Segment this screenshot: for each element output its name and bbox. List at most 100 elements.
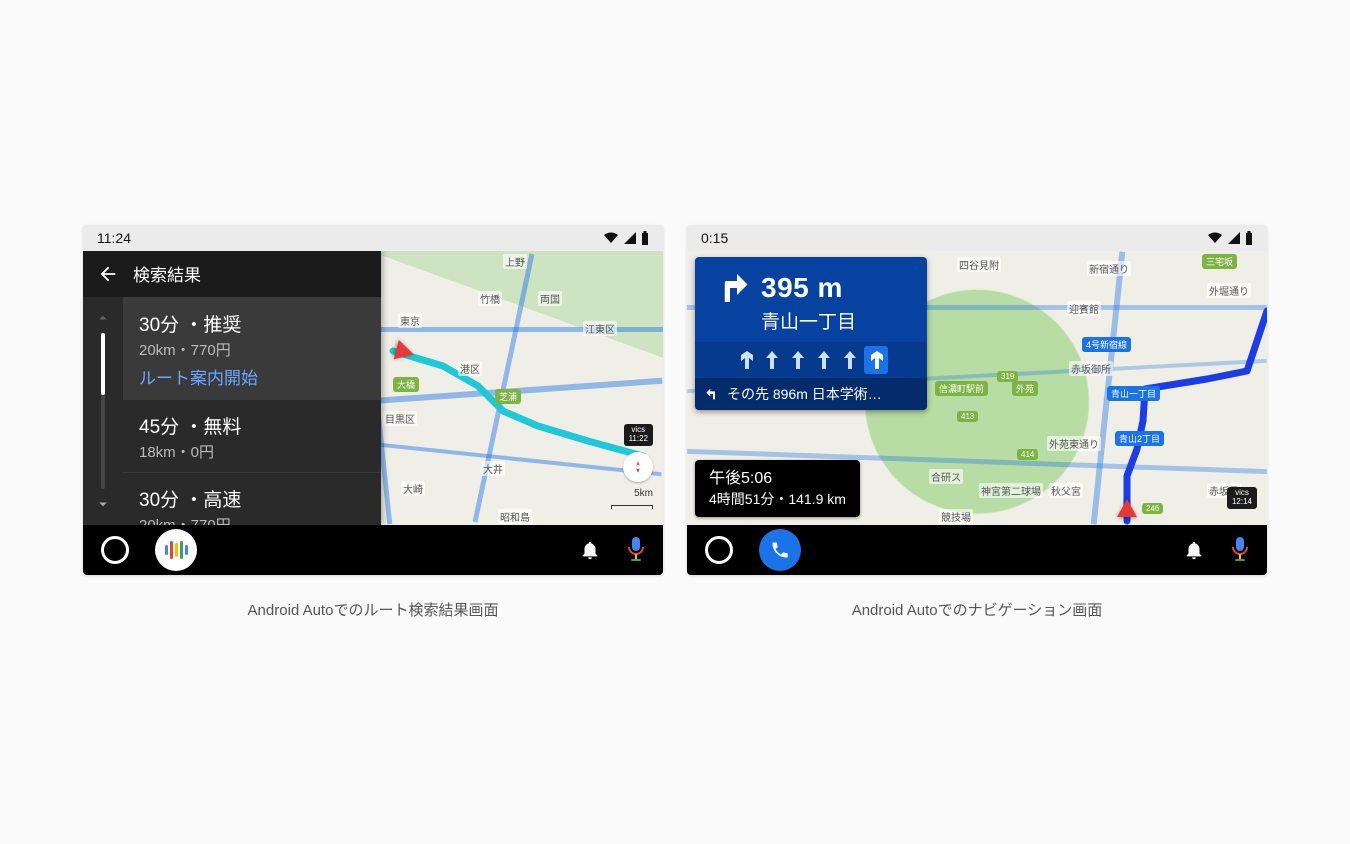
map-poi: 319	[997, 371, 1018, 382]
results-header: 検索結果	[83, 251, 381, 297]
eta-arrival-time: 午後5:06	[709, 468, 846, 490]
signal-icon	[1228, 232, 1240, 244]
map-poi: 大崎	[401, 481, 425, 496]
phone-app-icon[interactable]	[759, 529, 801, 571]
wifi-icon	[1207, 232, 1223, 244]
eta-duration-distance: 4時間51分・141.9 km	[709, 490, 846, 509]
lane-guidance	[695, 342, 927, 378]
next-turn-text: その先 896m 日本学術…	[727, 384, 882, 404]
map-poi: 三宅坂	[1202, 254, 1237, 269]
android-auto-navbar	[83, 525, 663, 575]
map-overlay-bottom-right: vics12:14	[1227, 487, 1257, 509]
eta-card[interactable]: 午後5:06 4時間51分・141.9 km	[695, 460, 860, 516]
scroll-indicator	[101, 333, 105, 489]
scale-label: 5km	[634, 488, 653, 499]
assistant-app-icon[interactable]	[155, 529, 197, 571]
map-poi: 413	[957, 411, 978, 422]
map-poi: 外苑東通り	[1047, 436, 1101, 451]
route-search-card: 11:24	[83, 225, 663, 620]
map-poi: 外苑	[1012, 381, 1038, 396]
battery-icon	[641, 231, 649, 245]
map-poi: 秋父宮	[1049, 483, 1083, 498]
map-poi: 青山2丁目	[1115, 431, 1164, 446]
map-poi: 港区	[458, 361, 482, 376]
map-poi: 新宿通り	[1087, 261, 1131, 276]
map-poi: 目黒区	[383, 411, 417, 426]
back-arrow-icon[interactable]	[97, 263, 119, 285]
scroll-up-icon[interactable]	[94, 309, 112, 327]
navigation-screen: 0:15 四谷見附 新宿通り	[687, 225, 1267, 575]
map-poi: 外堀通り	[1207, 283, 1251, 298]
lane-icon	[838, 346, 862, 374]
notification-bell-icon[interactable]	[579, 539, 601, 561]
current-position-icon	[394, 340, 417, 364]
map-poi: 竹橋	[478, 291, 502, 306]
vics-badge: vics11:22	[624, 424, 653, 446]
results-title: 検索結果	[133, 261, 201, 286]
map-poi: 大井	[481, 461, 505, 476]
map-poi: 246	[1142, 503, 1163, 514]
status-indicators	[1207, 231, 1253, 245]
route-option[interactable]: 30分 ・推奨 20km・770円 ルート案内開始	[123, 297, 381, 399]
map-poi: 赤坂御所	[1069, 361, 1113, 376]
map-overlay-bottom-right: vics11:22 5km	[611, 424, 653, 509]
route-subtitle: 20km・770円	[139, 514, 365, 525]
map-poi: 青山一丁目	[1107, 386, 1160, 401]
map-poi: 上野	[503, 254, 527, 269]
lane-icon	[760, 346, 784, 374]
microphone-icon[interactable]	[1231, 537, 1249, 563]
map-poi: 大橋	[393, 377, 419, 392]
map-poi: 競技場	[939, 509, 973, 524]
turn-destination: 青山一丁目	[695, 307, 927, 342]
results-list: 30分 ・推奨 20km・770円 ルート案内開始 45分 ・無料 18km・0…	[83, 297, 381, 525]
scale-bar	[611, 505, 653, 509]
map-poi: 4号新宿線	[1082, 337, 1131, 352]
lane-icon	[734, 346, 758, 374]
status-bar: 11:24	[83, 225, 663, 251]
status-time: 11:24	[97, 230, 131, 246]
route-search-screen: 11:24	[83, 225, 663, 575]
map-poi: 信濃町駅前	[935, 381, 988, 396]
next-turn-icon	[705, 386, 721, 402]
route-title: 30分 ・推奨	[139, 310, 365, 337]
notification-bell-icon[interactable]	[1183, 539, 1205, 561]
route-title: 30分 ・高速	[139, 485, 365, 512]
map-poi: 迎賓館	[1067, 301, 1101, 316]
vics-badge: vics12:14	[1227, 487, 1257, 509]
lane-icon	[786, 346, 810, 374]
map-poi: 昭和島	[498, 509, 532, 524]
screenshot-caption: Android Autoでのルート検索結果画面	[248, 599, 499, 620]
turn-direction-card: 395 m 青山一丁目 その先 896m 日本学術…	[695, 257, 927, 410]
home-button[interactable]	[705, 536, 733, 564]
start-guidance-link[interactable]: ルート案内開始	[139, 364, 365, 389]
battery-icon	[1245, 231, 1253, 245]
current-position-icon	[1117, 499, 1137, 517]
route-option[interactable]: 30分 ・高速 20km・770円	[123, 472, 381, 525]
map-poi: 東京	[398, 313, 422, 328]
route-title: 45分 ・無料	[139, 412, 365, 439]
microphone-icon[interactable]	[627, 537, 645, 563]
status-bar: 0:15	[687, 225, 1267, 251]
android-auto-navbar	[687, 525, 1267, 575]
map-poi: 江東区	[583, 321, 617, 336]
scroll-down-icon[interactable]	[94, 495, 112, 513]
map-poi: 神宮第二球場	[979, 483, 1043, 498]
status-time: 0:15	[701, 230, 728, 246]
route-subtitle: 20km・770円	[139, 339, 365, 360]
lane-icon-active	[864, 346, 888, 374]
signal-icon	[624, 232, 636, 244]
screenshot-caption: Android Autoでのナビゲーション画面	[852, 599, 1103, 620]
map-poi: 両国	[538, 291, 562, 306]
compass-button[interactable]	[623, 452, 653, 482]
route-option[interactable]: 45分 ・無料 18km・0円	[123, 399, 381, 472]
map-poi: 合研ス	[929, 469, 963, 484]
home-button[interactable]	[101, 536, 129, 564]
map-poi: 四谷見附	[957, 257, 1001, 272]
scroll-column	[83, 297, 123, 525]
map-poi: 芝浦	[495, 389, 521, 404]
map-poi: 414	[1017, 449, 1038, 460]
turn-distance: 395 m	[761, 272, 843, 304]
next-turn-row: その先 896m 日本学術…	[695, 378, 927, 410]
lane-icon	[812, 346, 836, 374]
turn-right-icon	[709, 267, 751, 309]
